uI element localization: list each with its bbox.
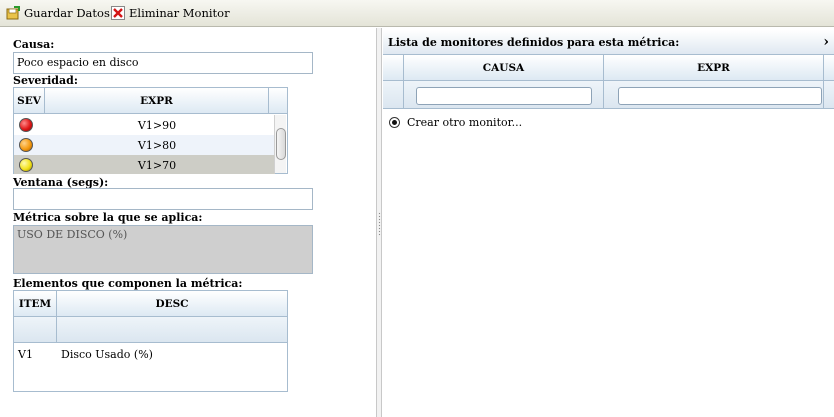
create-monitor-label: Crear otro monitor... [407,116,523,129]
causa-filter-input[interactable] [416,87,592,105]
monitors-list-panel: Lista de monitores definidos para esta m… [383,28,834,417]
causa-label: Causa: [13,38,55,51]
radio-selected-icon[interactable] [389,117,400,128]
scrollbar-thumb[interactable] [276,128,286,160]
monitors-list-title: Lista de monitores definidos para esta m… [388,35,680,49]
delete-monitor-label: Eliminar Monitor [129,6,230,20]
col-header-item[interactable]: ITEM [14,291,57,316]
ventana-input[interactable] [13,188,313,210]
severity-orange-dot-icon [19,138,33,152]
severity-row[interactable]: V1>80 [14,135,275,155]
monitors-list-header: Lista de monitores definidos para esta m… [383,30,834,55]
save-disk-icon [6,6,20,20]
severity-red-dot-icon [19,118,33,132]
severity-yellow-dot-icon [19,158,33,172]
splitter-grip-icon [378,212,381,236]
severidad-label: Severidad: [13,74,78,87]
col-header-desc[interactable]: DESC [57,291,287,316]
monitor-form-panel: Causa: Poco espacio en disco Severidad: … [0,28,376,417]
panel-splitter[interactable] [376,28,382,417]
filter-divider [56,317,57,342]
severity-row-selected[interactable]: V1>70 [14,155,275,174]
severity-scrollbar[interactable] [274,115,286,173]
elements-grid-header: ITEM DESC [14,291,287,317]
causa-input[interactable]: Poco espacio en disco [13,52,313,74]
severity-grid-header: SEV EXPR [14,88,287,114]
col-header-causa[interactable]: CAUSA [404,55,604,80]
save-button-label: Guardar Datos [24,6,110,20]
expr-filter-input[interactable] [618,87,822,105]
elementos-label: Elementos que componen la métrica: [13,277,243,290]
table-row[interactable]: V1 Disco Usado (%) [14,344,287,364]
filter-divider [823,81,824,108]
col-header-selector [383,55,404,80]
severity-expr: V1>80 [137,138,177,152]
monitors-grid-header: CAUSA EXPR [383,55,834,81]
elements-grid: ITEM DESC V1 Disco Usado (%) [13,290,288,392]
monitors-filter-row [383,81,834,109]
severity-row[interactable]: V1>90 [14,115,275,135]
metrica-label: Métrica sobre la que se aplica: [13,211,203,224]
filter-divider [403,81,404,108]
elements-filter-row [14,317,287,343]
chevron-right-icon[interactable]: › [823,34,829,50]
filter-divider [603,81,604,108]
severity-expr: V1>90 [137,118,177,132]
col-header-sev[interactable]: SEV [14,88,45,113]
col-header-expr[interactable]: EXPR [45,88,269,113]
delete-red-x-icon [111,6,125,20]
metrica-readonly-field: USO DE DISCO (%) [13,225,313,274]
element-item: V1 [18,348,33,361]
severity-grid: SEV EXPR V1>90 V1>80 V1>70 [13,87,288,174]
delete-monitor-button[interactable]: Eliminar Monitor [111,4,230,22]
create-monitor-option[interactable]: Crear otro monitor... [389,116,522,129]
severity-expr: V1>70 [137,158,177,172]
toolbar: Guardar Datos Eliminar Monitor [0,0,834,27]
element-desc: Disco Usado (%) [61,348,153,361]
col-header-expr[interactable]: EXPR [604,55,824,80]
save-button[interactable]: Guardar Datos [6,4,110,22]
